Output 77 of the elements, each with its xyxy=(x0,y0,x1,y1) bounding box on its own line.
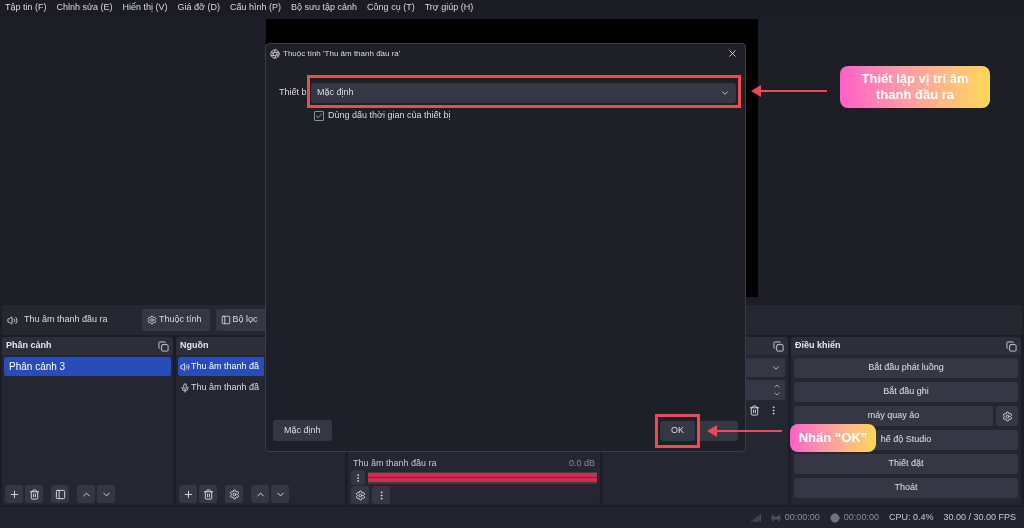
dock-title: Điều khiển xyxy=(795,339,841,353)
delete-button[interactable] xyxy=(25,485,43,503)
chevron-up-icon[interactable] xyxy=(773,382,781,390)
menu-item[interactable]: Bộ sưu tập cảnh xyxy=(291,1,358,15)
device-dropdown[interactable]: Mặc định xyxy=(311,83,736,103)
defaults-button[interactable]: Mặc định xyxy=(273,420,332,441)
dock-title: Nguồn xyxy=(180,339,209,353)
record-icon xyxy=(829,512,840,523)
add-button[interactable] xyxy=(5,485,23,503)
menu-item[interactable]: Trợ giúp (H) xyxy=(424,1,474,15)
highlight-frame xyxy=(655,414,700,448)
chevron-down-icon[interactable] xyxy=(773,390,781,398)
fps-reading: 30.00 / 30.00 FPS xyxy=(943,510,1016,524)
trash-icon[interactable] xyxy=(749,405,760,416)
checkbox-label: Dùng dấu thời gian của thiết bị xyxy=(328,109,451,122)
dialog-title: Thuộc tính 'Thu âm thanh đầu ra' xyxy=(283,47,401,60)
menu-item[interactable]: Giá đỡ (D) xyxy=(177,1,220,15)
trash-icon xyxy=(202,488,214,500)
undock-icon[interactable] xyxy=(773,340,784,352)
gear-icon xyxy=(228,488,240,500)
gear-icon xyxy=(147,315,157,325)
channel-reading: 0.0 dB xyxy=(568,458,595,469)
trash-icon xyxy=(28,488,40,500)
checkbox[interactable] xyxy=(314,110,324,121)
settings-button[interactable] xyxy=(996,406,1018,426)
plus-icon xyxy=(8,488,20,500)
menu-item[interactable]: Cấu hình (P) xyxy=(230,1,282,15)
gear-icon xyxy=(354,489,366,501)
source-item[interactable]: Thu âm thanh đầ xyxy=(178,357,264,376)
filter-button[interactable] xyxy=(51,485,69,503)
undock-icon[interactable] xyxy=(158,340,169,352)
more-button[interactable] xyxy=(372,486,390,504)
signal-icon xyxy=(750,512,761,523)
source-name: Thu âm thanh đầu ra xyxy=(24,313,109,327)
settings-button[interactable] xyxy=(351,486,369,504)
toolbar-button[interactable]: Thuộc tính xyxy=(142,309,210,331)
close-icon[interactable] xyxy=(727,48,738,59)
move-down-button[interactable] xyxy=(271,485,289,503)
toolbar-button[interactable]: Bộ lọc xyxy=(215,309,266,331)
cpu-usage: CPU: 0.4% xyxy=(888,510,934,524)
speaker-icon xyxy=(180,361,190,372)
field-label: Thiết b xyxy=(279,86,308,100)
callout-tooltip: Thiết lập vị trí âm thanh đầu ra xyxy=(840,66,990,108)
caret-icon xyxy=(720,88,730,98)
control-button[interactable]: Bắt đầu ghi xyxy=(794,382,1018,402)
scene-item[interactable]: Phân cảnh 3 xyxy=(4,357,171,376)
record-time: 00:00:00 xyxy=(843,510,879,524)
callout-tooltip: Nhấn “OK” xyxy=(790,424,876,452)
filter-icon xyxy=(220,315,231,325)
move-down-button[interactable] xyxy=(97,485,115,503)
speaker-icon xyxy=(7,314,18,326)
control-button[interactable]: máy quay ảo xyxy=(794,406,993,426)
gear-icon xyxy=(1001,410,1013,422)
channel-menu-button[interactable] xyxy=(351,470,365,485)
stream-time: 00:00:00 xyxy=(784,510,820,524)
ok-button[interactable]: OK xyxy=(660,420,695,441)
undock-icon[interactable] xyxy=(1006,340,1017,352)
menu-item[interactable]: Tập tin (F) xyxy=(5,1,47,15)
app-logo-icon xyxy=(270,48,280,59)
plus-icon xyxy=(182,488,194,500)
move-up-button[interactable] xyxy=(77,485,95,503)
menu-item[interactable]: Hiển thị (V) xyxy=(122,1,168,15)
delete-button[interactable] xyxy=(199,485,217,503)
menu-item[interactable]: Chỉnh sửa (E) xyxy=(56,1,113,15)
microphone-icon xyxy=(180,382,190,393)
broadcast-icon xyxy=(770,512,781,523)
move-up-button[interactable] xyxy=(251,485,269,503)
settings-button[interactable] xyxy=(225,485,243,503)
control-button[interactable]: Bắt đầu phát luồng xyxy=(794,358,1018,378)
source-item[interactable]: Thu âm thanh đầ xyxy=(178,378,264,397)
dock-title: Phân cảnh xyxy=(6,339,52,353)
channel-name: Thu âm thanh đầu ra xyxy=(353,458,437,469)
menu-item[interactable]: Công cụ (T) xyxy=(367,1,415,15)
filter-icon xyxy=(54,488,66,500)
control-button[interactable]: Thiết đặt xyxy=(794,454,1018,474)
control-button[interactable]: Thoát xyxy=(794,478,1018,498)
add-button[interactable] xyxy=(179,485,197,503)
